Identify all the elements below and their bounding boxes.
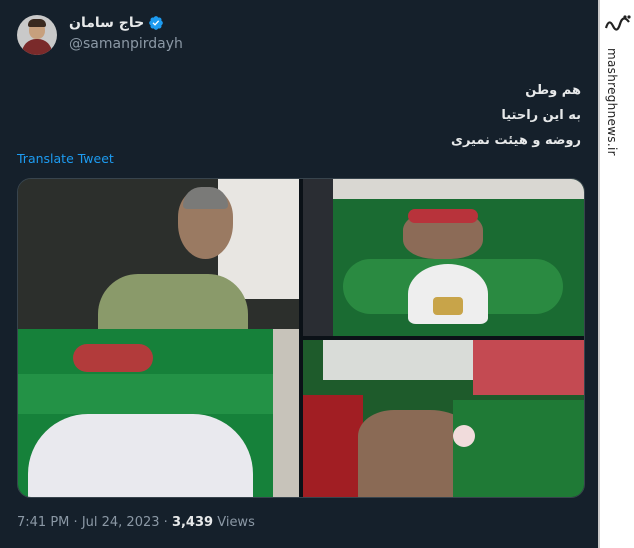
translate-tweet-link[interactable]: Translate Tweet <box>17 151 114 166</box>
tweet-text-line-3: روضه و هیئت نمیری <box>451 133 581 148</box>
tweet-text: هم وطن به این راحتیا روضه و هیئت نمیری <box>451 78 581 153</box>
photo-closeup-headband[interactable] <box>303 340 584 497</box>
tweet: حاج سامان @samanpirdayh هم وطن به این را… <box>0 0 598 548</box>
verified-badge-icon <box>149 16 164 30</box>
avatar-hair <box>28 19 46 27</box>
photo-officer-at-coffin[interactable] <box>18 179 299 497</box>
timestamp-separator: · <box>73 515 78 530</box>
author-name-row: حاج سامان <box>69 15 164 31</box>
views-label: Views <box>217 515 255 530</box>
display-name[interactable]: حاج سامان <box>69 15 144 31</box>
watermark-strip: mashreghnews.ir <box>598 0 634 548</box>
views-count: 3,439 <box>171 515 214 530</box>
timestamp-separator: · <box>163 515 168 530</box>
tweet-time[interactable]: 7:41 PM <box>17 515 69 530</box>
watermark-logo <box>600 12 634 38</box>
watermark-site: mashreghnews.ir <box>605 48 619 156</box>
tweet-text-line-1: هم وطن <box>525 83 581 98</box>
photo-body-under-flag[interactable] <box>303 179 584 336</box>
tweet-text-line-2: به این راحتیا <box>501 108 581 123</box>
avatar[interactable] <box>17 15 57 55</box>
tweet-date[interactable]: Jul 24, 2023 <box>82 515 160 530</box>
handle[interactable]: @samanpirdayh <box>69 36 183 52</box>
avatar-body <box>22 39 52 55</box>
tweet-timestamp: 7:41 PM · Jul 24, 2023 · 3,439 Views <box>17 515 255 530</box>
media-grid <box>17 178 585 498</box>
